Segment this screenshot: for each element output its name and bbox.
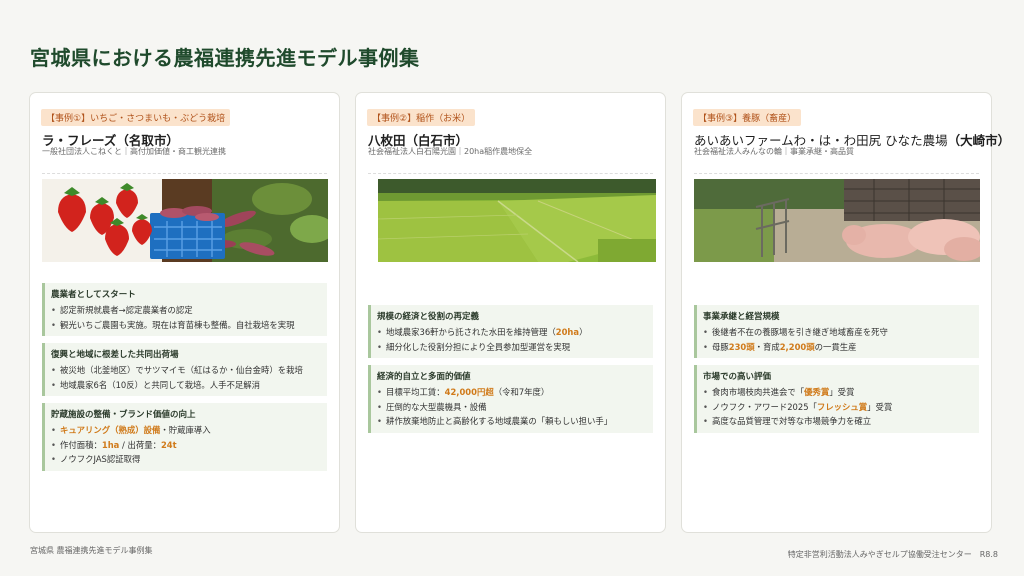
case-tag: 【事例①】いちご・さつまいも・ぶどう栽培 [41,109,231,126]
section-title: 市場での高い評価 [703,372,772,382]
bullet-item: 母豚230頭・育成2,200頭の一貫生産 [703,340,973,355]
bullet-item: ノウフクJAS認証取得 [51,452,321,467]
bullet-item: 作付面積：1ha / 出荷量：24t [51,438,321,453]
divider [42,173,327,174]
divider [694,173,979,174]
section-box: 市場での高い評価 食肉市場枝肉共進会で「優秀賞」受賞 ノウフク・アワード2025… [694,365,979,433]
section-box: 経済的自立と多面的価値 目標平均工賃：42,000円超（令和7年度） 圧倒的な大… [368,365,653,433]
photo-rice-paddies [378,179,656,262]
bullet-item: ノウフク・アワード2025「フレッシュ賞」受賞 [703,400,973,415]
bullet-item: 耕作放棄地防止と高齢化する地域農業の「頼もしい担い手」 [377,414,647,429]
bullet-item: 観光いちご農園も実施。現在は育苗棟も整備。自社栽培を実現 [51,318,321,333]
case-card-2: 【事例②】稲作（お米） 八枚田（白石市） 社会福祉法人白石陽光園｜20ha稲作農… [355,92,666,533]
section-box: 農業者としてスタート 認定新規就農者→認定農業者の認定 観光いちご農園も実施。現… [42,283,327,336]
section-title: 規模の経済と役割の再定義 [377,312,480,322]
case-card-1: 【事例①】いちご・さつまいも・ぶどう栽培 ラ・フレーズ（名取市） 一般社団法人こ… [29,92,340,533]
case-subtitle: 社会福祉法人みんなの輪｜事業承継・高品質 [694,147,854,156]
case-tag: 【事例②】稲作（お米） [367,109,476,126]
section-box: 復興と地域に根差した共同出荷場 被災地（北釜地区）でサツマイモ（紅はるか・仙台金… [42,343,327,396]
case-subtitle: 社会福祉法人白石陽光園｜20ha稲作農地保全 [368,147,533,156]
section-box: 貯蔵施設の整備・ブランド価値の向上 キュアリング（熟成）設備・貯蔵庫導入 作付面… [42,403,327,471]
bullet-item: 被災地（北釜地区）でサツマイモ（紅はるか・仙台金時）を栽培 [51,363,321,378]
case-tag: 【事例③】養豚（畜産） [693,109,802,126]
bullet-item: 食肉市場枝肉共進会で「優秀賞」受賞 [703,385,973,400]
bullet-item: 高度な品質管理で対等な市場競争力を確立 [703,414,973,429]
bullet-item: キュアリング（熟成）設備・貯蔵庫導入 [51,423,321,438]
section-box: 事業承継と経営規模 後継者不在の養豚場を引き継ぎ地域畜産を死守 母豚230頭・育… [694,305,979,358]
case-subtitle: 一般社団法人こねくと｜高付加価値・商工観光連携 [42,147,226,156]
section-title: 農業者としてスタート [51,290,136,300]
bullet-item: 後継者不在の養豚場を引き継ぎ地域畜産を死守 [703,325,973,340]
bullet-item: 圧倒的な大型農機具・設備 [377,400,647,415]
section-title: 経済的自立と多面的価値 [377,372,471,382]
section-title: 復興と地域に根差した共同出荷場 [51,350,179,360]
page-title: 宮城県における農福連携先進モデル事例集 [30,46,420,70]
bullet-item: 目標平均工賃：42,000円超（令和7年度） [377,385,647,400]
bullet-item: 地域農家6名（10反）と共同して栽培。人手不足解消 [51,378,321,393]
section-title: 貯蔵施設の整備・ブランド価値の向上 [51,410,196,420]
section-box: 規模の経済と役割の再定義 地域農家36軒から託された水田を維持管理（20ha） … [368,305,653,358]
photo-strawberries-sweet-potatoes [42,179,328,262]
divider [368,173,653,174]
footer-left: 宮城県 農福連携先進モデル事例集 [30,546,153,555]
bullet-item: 細分化した役割分担により全員参加型運営を実現 [377,340,647,355]
bullet-item: 認定新規就農者→認定農業者の認定 [51,303,321,318]
footer-right: 特定非営利活動法人みやぎセルプ協働受注センター R8.8 [787,550,998,559]
section-title: 事業承継と経営規模 [703,312,780,322]
case-card-3: 【事例③】養豚（畜産） あいあいファームわ・は・わ田尻 ひなた農場（大崎市） 社… [681,92,1010,533]
photo-pig-farm [694,179,980,262]
bullet-item: 地域農家36軒から託された水田を維持管理（20ha） [377,325,647,340]
